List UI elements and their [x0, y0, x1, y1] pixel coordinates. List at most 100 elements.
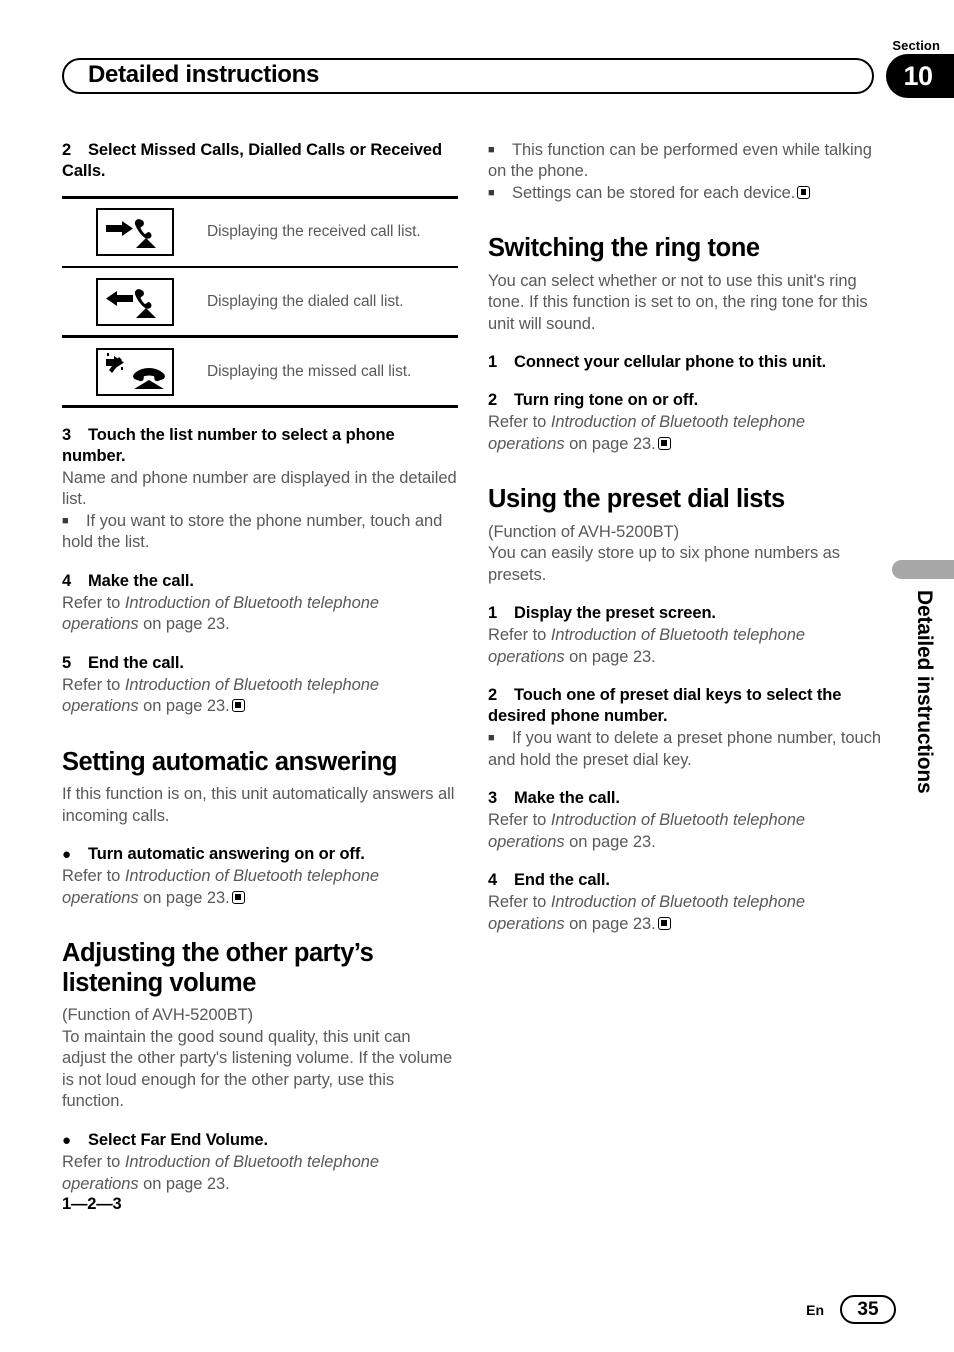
preset-step-1-text: Display the preset screen.	[514, 604, 716, 623]
table-icon-cell	[62, 347, 207, 396]
heading-adjusting-listening-volume: Adjusting the other party’s listening vo…	[62, 939, 374, 997]
end-mark-icon	[231, 699, 245, 713]
preset-function: (Function of AVH-5200BT)	[488, 522, 680, 541]
end-mark-icon	[657, 436, 671, 450]
refer-prefix: Refer to	[488, 893, 551, 912]
preset-step-3-text: Make the call.	[514, 789, 620, 808]
auto-answer-refer: Refer to Introduction of Bluetooth telep…	[62, 866, 458, 909]
received-call-icon	[95, 208, 174, 257]
right-note-1: ■ This function can be performed even whi…	[488, 140, 884, 183]
step-3-heading: 3 Touch the list number to select a phone…	[62, 425, 458, 467]
table-row-description: Displaying the received call list.	[207, 223, 421, 241]
section-number: 10	[903, 60, 933, 91]
step-4-number: 4	[62, 571, 72, 590]
refer-suffix: on page 23.	[138, 615, 230, 634]
step-4-text: Make the call.	[88, 571, 194, 590]
step-3-number: 3	[62, 425, 72, 444]
refer-prefix: Refer to	[62, 1153, 125, 1172]
step-5-text: End the call.	[88, 653, 184, 672]
preset-step-3-number: 3	[488, 789, 498, 808]
sequence-indicator: 1—2—3	[62, 1194, 122, 1213]
section-label: Section	[892, 38, 940, 53]
ring-tone-body: You can select whether or not to use thi…	[488, 271, 868, 333]
step-3-note-text: If you want to store the phone number, t…	[62, 511, 443, 552]
listening-volume-body: To maintain the good sound quality, this…	[62, 1027, 453, 1111]
end-mark-icon	[797, 185, 811, 199]
ring-step-1-text: Connect your cellular phone to this unit…	[514, 353, 827, 372]
refer-suffix: on page 23.	[564, 647, 656, 666]
refer-suffix: on page 23.	[138, 697, 230, 716]
square-bullet-icon: ■	[488, 144, 495, 156]
far-end-bullet-heading: ● Select Far End Volume.	[62, 1130, 458, 1151]
preset-body: You can easily store up to six phone num…	[488, 544, 841, 584]
listening-volume-function: (Function of AVH-5200BT)	[62, 1006, 254, 1025]
step-5-number: 5	[62, 653, 72, 672]
preset-step-1-refer: Refer to Introduction of Bluetooth telep…	[488, 625, 884, 668]
refer-prefix: Refer to	[62, 593, 125, 612]
step-5-heading: 5 End the call.	[62, 653, 458, 674]
heading-using-preset-dial-lists: Using the preset dial lists	[488, 485, 785, 514]
refer-suffix: on page 23.	[564, 832, 656, 851]
heading-switching-ring-tone: Switching the ring tone	[488, 234, 760, 263]
right-note-2-text: Settings can be stored for each device.	[512, 183, 796, 202]
square-bullet-icon: ■	[488, 732, 495, 745]
table-rule	[62, 405, 458, 408]
step-4-refer: Refer to Introduction of Bluetooth telep…	[62, 593, 458, 636]
right-note-1-text: This function can be performed even whil…	[488, 141, 872, 181]
page-number: 35	[840, 1295, 896, 1324]
refer-suffix: on page 23.	[564, 434, 656, 453]
header-title-pill: Detailed instructions	[62, 58, 874, 94]
ring-step-2-heading: 2 Turn ring tone on or off.	[488, 390, 884, 411]
step-4-heading: 4 Make the call.	[62, 571, 458, 592]
refer-suffix: on page 23.	[564, 914, 656, 933]
preset-step-4-number: 4	[488, 871, 498, 890]
refer-suffix: on page 23.	[138, 1174, 230, 1193]
left-column: 2 Select Missed Calls, Dialled Calls or R…	[62, 140, 458, 1214]
table-row: Displaying the dialed call list.	[62, 268, 458, 335]
sidebar-section-label: Detailed instructions	[913, 590, 936, 794]
table-row: Displaying the missed call list.	[62, 338, 458, 405]
step-3-body: Name and phone number are displayed in t…	[62, 468, 457, 509]
step-2-text: Select Missed Calls, Dialled Calls or Re…	[62, 141, 442, 181]
preset-step-1-number: 1	[488, 604, 498, 623]
auto-answer-body: If this function is on, this unit automa…	[62, 785, 455, 825]
ring-step-2-refer: Refer to Introduction of Bluetooth telep…	[488, 412, 884, 455]
call-list-icon-table: Displaying the received call list. Displ…	[62, 196, 458, 408]
right-note-2: ■ Settings can be stored for each device.	[488, 183, 884, 204]
ring-step-1-heading: 1 Connect your cellular phone to this uni…	[488, 352, 884, 373]
language-code: En	[806, 1301, 824, 1318]
refer-suffix: on page 23.	[138, 888, 230, 907]
table-row: Displaying the received call list.	[62, 199, 458, 266]
section-number-tab: 10	[886, 54, 954, 98]
step-2-number: 2	[62, 141, 72, 159]
preset-step-2-heading: 2 Touch one of preset dial keys to select…	[488, 685, 884, 727]
table-row-description: Displaying the dialed call list.	[207, 292, 404, 310]
square-bullet-icon: ■	[488, 186, 495, 199]
page-header: Section 10 Detailed instructions	[0, 0, 954, 110]
preset-step-4-text: End the call.	[514, 871, 610, 890]
side-marker-tab	[892, 560, 954, 579]
preset-step-4-heading: 4 End the call.	[488, 870, 884, 891]
refer-prefix: Refer to	[62, 867, 125, 886]
preset-step-2-note: ■ If you want to delete a preset phone nu…	[488, 728, 884, 771]
round-bullet-icon: ●	[62, 1131, 71, 1149]
preset-step-2-text: Touch one of preset dial keys to select …	[488, 686, 842, 726]
preset-step-3-heading: 3 Make the call.	[488, 788, 884, 809]
table-icon-cell	[62, 277, 207, 326]
preset-step-2-note-text: If you want to delete a preset phone num…	[488, 729, 882, 769]
dialed-call-icon	[95, 277, 174, 326]
refer-prefix: Refer to	[488, 626, 551, 645]
far-end-refer: Refer to Introduction of Bluetooth telep…	[62, 1152, 458, 1195]
missed-call-icon	[95, 347, 174, 396]
preset-step-2-number: 2	[488, 686, 498, 705]
page-title: Detailed instructions	[88, 61, 320, 88]
refer-prefix: Refer to	[488, 413, 551, 432]
step-2-heading: 2 Select Missed Calls, Dialled Calls or R…	[62, 140, 458, 182]
end-mark-icon	[231, 890, 245, 904]
auto-answer-bullet-heading: ● Turn automatic answering on or off.	[62, 844, 458, 865]
end-mark-icon	[657, 916, 671, 930]
ring-step-1-number: 1	[488, 353, 498, 372]
right-column: ■ This function can be performed even whi…	[488, 140, 884, 935]
preset-step-1-heading: 1 Display the preset screen.	[488, 603, 884, 624]
far-end-bullet-text: Select Far End Volume.	[88, 1130, 268, 1149]
